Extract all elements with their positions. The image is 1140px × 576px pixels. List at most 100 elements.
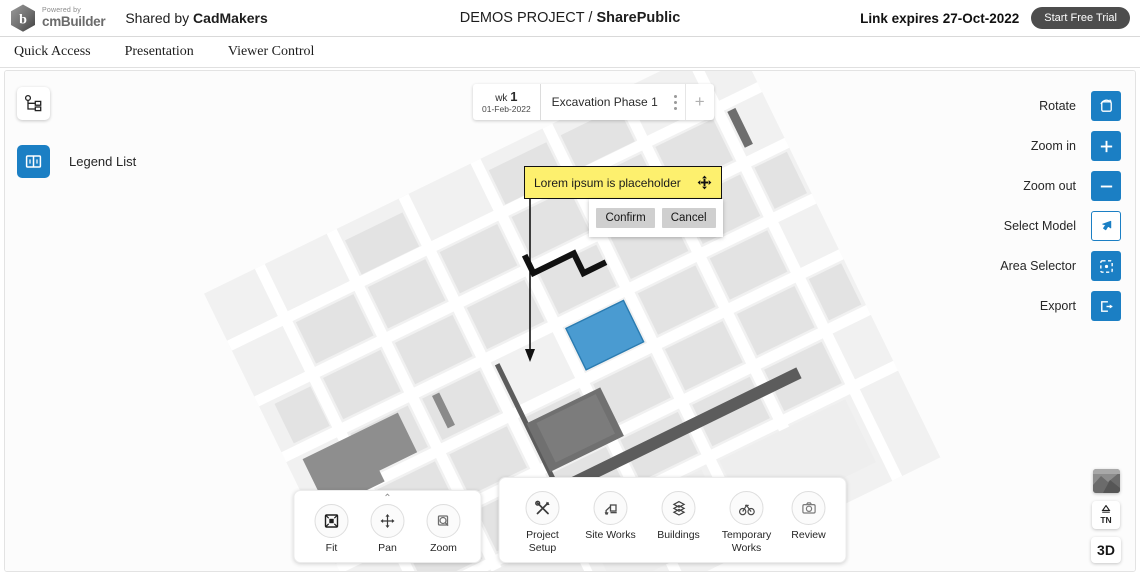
fit-tool-label: Fit [326,542,338,554]
excavator-icon [594,491,628,525]
nav-item-presentation[interactable]: Presentation [125,44,194,60]
link-expiry-text: Link expires 27-Oct-2022 [860,11,1019,26]
app-header: b Powered by cmBuilder Shared by CadMake… [0,0,1140,37]
viewport-controls: TN 3D [1091,469,1121,563]
svg-text:b: b [19,12,27,27]
timeline-wk-number: 1 [510,89,517,104]
nav-item-viewer-control[interactable]: Viewer Control [228,44,315,60]
header-right-group: Link expires 27-Oct-2022 Start Free Tria… [860,7,1130,29]
tool-row-area-selector: Area Selector [1000,251,1121,281]
area-select-icon [1098,258,1115,275]
annotation-text: Lorem ipsum is placeholder [534,176,697,190]
cancel-button[interactable]: Cancel [662,208,716,228]
review-button[interactable]: Review [784,491,834,541]
timeline-week-line: wk 1 [495,90,517,105]
zoom-out-button[interactable] [1091,171,1121,201]
minus-icon [1098,178,1115,195]
buildings-label: Buildings [657,529,700,541]
page-title: DEMOS PROJECT / SharePublic [460,10,681,26]
viewer-canvas[interactable]: Legend List wk 1 01-Feb-2022 Excavation … [4,70,1136,572]
compass-label: TN [1100,516,1111,526]
buildings-icon [662,491,696,525]
legend-book-icon [25,153,42,170]
timeline-wk-prefix: wk [495,93,507,104]
export-button[interactable] [1091,291,1121,321]
view-mode-toggle[interactable]: 3D [1091,537,1121,563]
legend-list-row[interactable]: Legend List [17,145,217,178]
model-tree-button[interactable] [17,87,50,120]
left-tool-panel: Legend List [17,87,217,178]
logo-wordmark: Powered by cmBuilder [42,7,105,29]
select-model-button[interactable] [1091,211,1121,241]
rotate-button[interactable] [1091,91,1121,121]
logo-powered-by: Powered by [42,7,105,14]
pan-tool-button[interactable]: Pan [363,504,413,554]
confirm-button[interactable]: Confirm [596,208,654,228]
tools-cross-icon [526,491,560,525]
cmbuilder-logo[interactable]: b Powered by cmBuilder [10,4,105,33]
compass-north-arrow-icon [1100,505,1112,516]
temporary-works-label: Temporary Works [716,529,778,554]
right-toolbar: Rotate Zoom in [1000,91,1121,331]
zoom-tool-button[interactable]: Zoom [419,504,469,554]
b-hexagon-logo-icon: b [10,4,36,33]
shared-by-org: CadMakers [193,10,268,26]
area-selector-button[interactable] [1091,251,1121,281]
shared-by-prefix: Shared by [125,10,193,26]
cursor-arrow-icon [1098,218,1115,235]
legend-list-button[interactable] [17,145,50,178]
timeline-add-button[interactable]: + [686,84,714,120]
site-works-button[interactable]: Site Works [580,491,642,541]
tool-label-zoom-out: Zoom out [1023,179,1076,193]
zoom-tool-label: Zoom [430,542,457,554]
collapse-caret-icon[interactable]: ⌃ [383,494,391,504]
view-tools-bar: ⌃ Fit [294,490,482,563]
temporary-works-button[interactable]: Temporary Works [716,491,778,554]
annotation-confirm-panel: Confirm Cancel [589,199,723,237]
pan-tool-label: Pan [378,542,397,554]
tool-label-export: Export [1040,299,1076,313]
timeline-phase-label: Excavation Phase 1 [552,95,658,109]
zoom-in-button[interactable] [1091,131,1121,161]
tool-label-rotate: Rotate [1039,99,1076,113]
main-navbar: Quick Access Presentation Viewer Control [0,37,1140,68]
project-setup-button[interactable]: Project Setup [512,491,574,554]
annotation-group: Confirm Cancel Lorem ipsum is placeholde… [524,166,722,199]
project-scope: SharePublic [596,10,680,26]
project-setup-label: Project Setup [512,529,574,554]
map-thumbnail[interactable] [1093,469,1120,493]
start-free-trial-button[interactable]: Start Free Trial [1031,7,1130,29]
tool-row-zoom-out: Zoom out [1000,171,1121,201]
vertical-dots-icon[interactable] [672,93,679,112]
tool-label-zoom-in: Zoom in [1031,139,1076,153]
timeline-widget: wk 1 01-Feb-2022 Excavation Phase 1 + [473,84,714,120]
crane-icon [730,491,764,525]
nav-item-quick-access[interactable]: Quick Access [14,44,91,60]
tool-label-select-model: Select Model [1004,219,1076,233]
model-categories-bar: Project Setup Site Works [499,477,847,563]
hierarchy-tree-icon [24,94,43,113]
compass-north-button[interactable]: TN [1092,501,1120,529]
site-works-label: Site Works [585,529,636,541]
app-root: b Powered by cmBuilder Shared by CadMake… [0,0,1140,576]
tool-row-export: Export [1000,291,1121,321]
move-arrows-icon[interactable] [697,175,712,190]
rotate-icon [1098,98,1115,115]
fit-tool-button[interactable]: Fit [307,504,357,554]
tool-row-select-model: Select Model [1000,211,1121,241]
pan-icon [371,504,405,538]
annotation-bubble[interactable]: Lorem ipsum is placeholder [524,166,722,199]
tool-label-area-selector: Area Selector [1000,259,1076,273]
timeline-phase-chip[interactable]: Excavation Phase 1 [541,84,686,120]
tool-row-zoom-in: Zoom in [1000,131,1121,161]
export-icon [1098,298,1115,315]
tool-row-rotate: Rotate [1000,91,1121,121]
timeline-week-chip[interactable]: wk 1 01-Feb-2022 [473,84,541,120]
project-name: DEMOS PROJECT / [460,10,597,26]
bottom-toolbars: ⌃ Fit [294,477,847,563]
logo-brand-name: cmBuilder [42,15,105,29]
review-icon [792,491,826,525]
zoom-icon [427,504,461,538]
plus-icon [1098,138,1115,155]
buildings-button[interactable]: Buildings [648,491,710,541]
